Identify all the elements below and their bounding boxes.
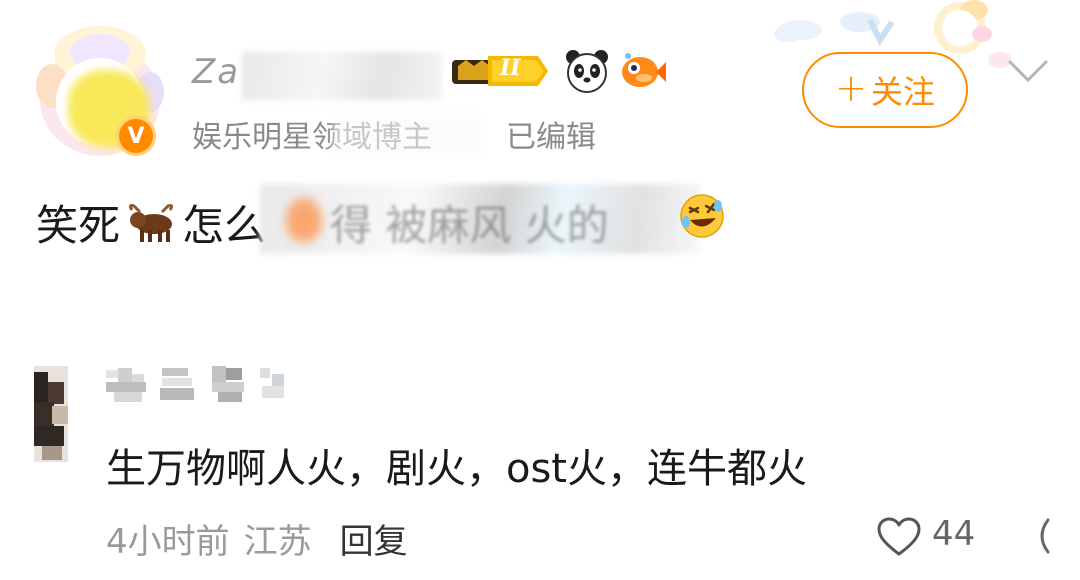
panda-icon [566,50,608,93]
post-content-middle: 怎么 [182,201,267,250]
fish-icon [622,53,666,87]
fire-icon [286,198,322,242]
ox-icon [128,203,174,242]
post-content: 笑死 怎么 [36,192,266,253]
reply-meta: 4小时前 江苏 回复 [106,514,408,563]
level-text: II [500,55,521,81]
post-content-prefix: 笑死 [36,201,121,250]
follow-button[interactable]: + 关注 [802,52,968,128]
reply-avatar[interactable] [34,366,68,462]
post-content-obscured: 得 被麻风 火的 [330,201,609,250]
edited-label: 已编辑 [506,120,596,155]
weibo-comment-page: V Za II 娱乐明星领域博主 已编辑 + 关注 笑死 怎么 得 被麻风 火的… [0,0,1080,580]
reply-time: 4小时前 [106,522,230,562]
reply-location: 江苏 [243,522,312,562]
reply-button[interactable]: 回复 [340,514,408,563]
verified-badge-icon: V [116,116,156,156]
follow-label: 关注 [870,73,935,111]
author-name[interactable]: Za [192,52,442,100]
rofl-icon [680,194,724,238]
reply-author-name[interactable] [106,364,292,406]
reply-text: 生万物啊人火，剧火，ost火，连牛都火 [106,446,807,492]
heart-icon[interactable] [876,516,922,558]
author-name-text: Za [192,52,241,92]
chevron-down-icon[interactable] [1006,58,1050,84]
more-icon[interactable] [1034,516,1054,556]
like-count: 44 [932,514,976,554]
name-mask [242,52,442,100]
plus-icon: + [835,66,867,110]
label-mask [332,112,482,156]
